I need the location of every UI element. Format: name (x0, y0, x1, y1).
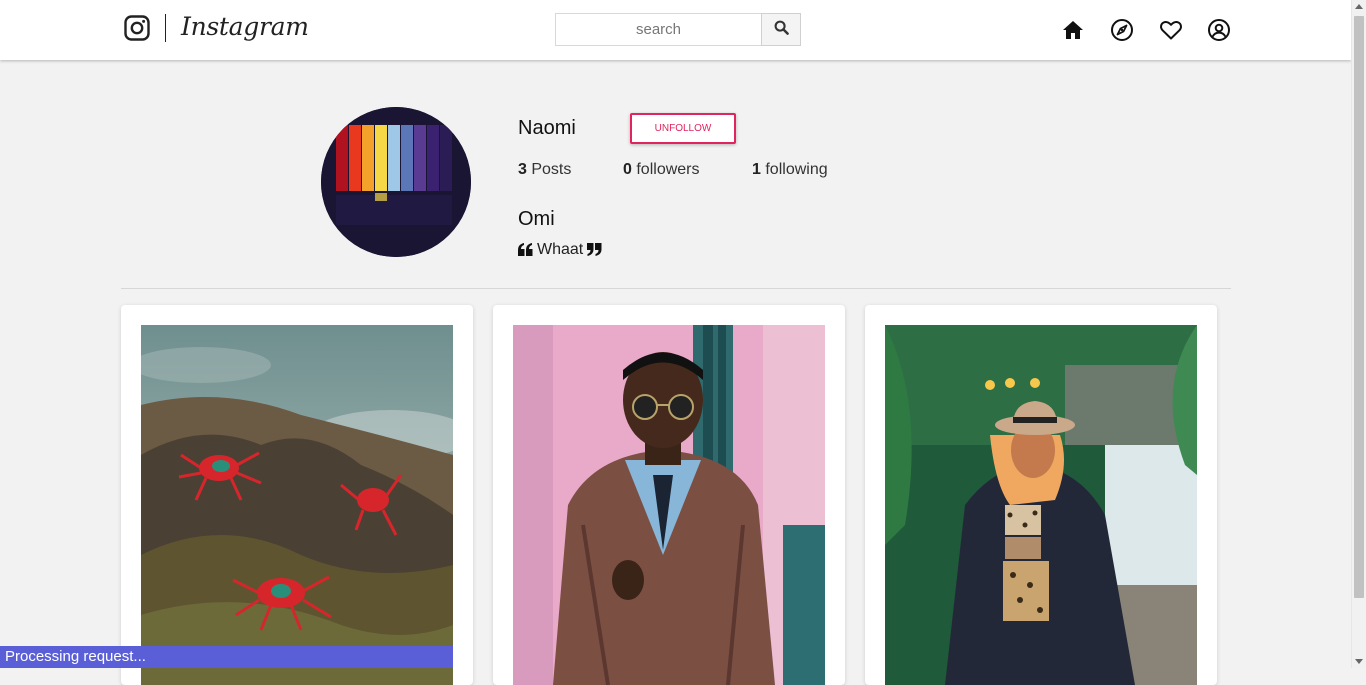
post-image-man[interactable] (513, 325, 825, 685)
instagram-logo-icon[interactable] (124, 15, 150, 41)
profile-bio-text: Whaat (537, 241, 584, 258)
posts-count-label: Posts (531, 161, 572, 178)
quote-left-icon (518, 243, 533, 257)
navbar: Instagram (0, 0, 1351, 60)
post-image-crabs[interactable] (141, 325, 453, 685)
search-button[interactable] (761, 13, 801, 46)
scroll-down-arrow-icon[interactable] (1355, 659, 1363, 664)
followers-count-label: followers (636, 161, 700, 178)
post-card[interactable] (493, 305, 845, 685)
page-scrollbar[interactable] (1351, 0, 1366, 668)
search-bar (555, 13, 801, 46)
home-icon[interactable] (1061, 18, 1085, 42)
logo-wordmark[interactable]: Instagram (181, 12, 309, 41)
profile-username: Naomi (518, 117, 576, 139)
post-card[interactable] (865, 305, 1217, 685)
search-icon (774, 20, 789, 40)
quote-right-icon (587, 243, 602, 257)
followers-count[interactable]: 0 followers (623, 161, 700, 179)
profile-divider (121, 288, 1231, 289)
scroll-up-arrow-icon[interactable] (1355, 4, 1363, 9)
profile-bio: Whaat (518, 241, 602, 259)
profile-avatar (321, 107, 471, 257)
posts-count: 3 Posts (518, 161, 571, 179)
status-bar: Processing request... (0, 646, 453, 668)
search-input[interactable] (555, 13, 761, 46)
post-card[interactable] (121, 305, 473, 685)
profile-full-name: Omi (518, 208, 555, 230)
heart-icon[interactable] (1159, 18, 1183, 42)
following-count-value: 1 (752, 161, 761, 178)
followers-count-value: 0 (623, 161, 632, 178)
compass-icon[interactable] (1110, 18, 1134, 42)
scrollbar-thumb[interactable] (1354, 16, 1364, 598)
post-image-woman[interactable] (885, 325, 1197, 685)
posts-count-value: 3 (518, 161, 527, 178)
unfollow-button[interactable]: UNFOLLOW (630, 113, 736, 144)
following-count-label: following (765, 161, 828, 178)
following-count[interactable]: 1 following (752, 161, 828, 179)
user-circle-icon[interactable] (1207, 18, 1231, 42)
logo-divider (165, 14, 166, 42)
